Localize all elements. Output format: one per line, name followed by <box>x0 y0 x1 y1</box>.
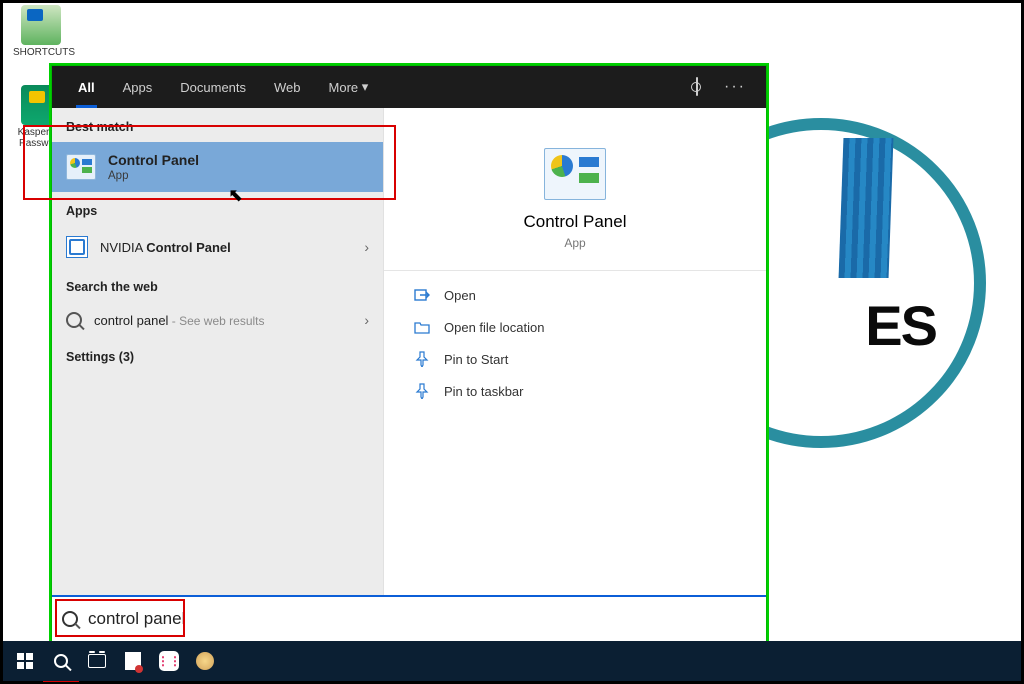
feedback-icon <box>696 77 698 96</box>
action-label: Pin to taskbar <box>444 384 524 399</box>
action-open[interactable]: Open <box>412 279 738 311</box>
tab-web[interactable]: Web <box>262 66 313 108</box>
search-preview-pane: Control Panel App Open Open file locatio… <box>384 108 766 595</box>
action-open-file-location[interactable]: Open file location <box>412 311 738 343</box>
taskbar-app-todo[interactable]: ⋮⋮ <box>151 645 187 677</box>
start-search-flyout: All Apps Documents Web More ▾ ··· Best m… <box>52 66 766 641</box>
pin-icon <box>414 351 430 367</box>
result-app-nvidia[interactable]: NVIDIA Control Panel › <box>52 226 383 268</box>
windows-logo-icon <box>17 653 33 669</box>
search-icon <box>54 654 68 668</box>
search-results-list: Best match Control Panel App Apps NVIDIA… <box>52 108 384 595</box>
task-view-icon <box>88 654 106 668</box>
folder-shortcut-icon <box>21 5 61 45</box>
result-title-prefix: NVIDIA <box>100 240 146 255</box>
preview-title: Control Panel <box>412 212 738 232</box>
tab-apps[interactable]: Apps <box>111 66 165 108</box>
section-web: Search the web <box>52 268 383 302</box>
taskbar-app-notes[interactable] <box>115 645 151 677</box>
divider <box>384 270 766 271</box>
control-panel-icon <box>66 154 96 180</box>
search-icon <box>62 611 78 627</box>
start-button[interactable] <box>7 645 43 677</box>
nvidia-control-panel-icon <box>66 236 88 258</box>
preview-subtitle: App <box>412 236 738 250</box>
action-label: Open <box>444 288 476 303</box>
chevron-right-icon[interactable]: › <box>364 312 369 328</box>
section-apps: Apps <box>52 192 383 226</box>
result-subtitle: App <box>108 170 199 182</box>
chevron-down-icon: ▾ <box>362 79 369 95</box>
result-title: control panel - See web results <box>94 313 265 328</box>
pin-icon <box>414 383 430 399</box>
task-view-button[interactable] <box>79 645 115 677</box>
search-tabs: All Apps Documents Web More ▾ ··· <box>52 66 766 108</box>
section-settings[interactable]: Settings (3) <box>52 338 383 372</box>
action-label: Open file location <box>444 320 544 335</box>
result-web[interactable]: control panel - See web results › <box>52 302 383 338</box>
taskbar: ⋮⋮ <box>3 641 1021 681</box>
tab-more-label: More <box>329 80 359 95</box>
search-input[interactable] <box>88 609 756 629</box>
control-panel-icon <box>544 148 606 200</box>
tab-more[interactable]: More ▾ <box>317 66 381 108</box>
taskbar-search-button[interactable] <box>43 645 79 677</box>
action-pin-to-start[interactable]: Pin to Start <box>412 343 738 375</box>
open-icon <box>414 287 430 303</box>
web-hint-text: - See web results <box>168 314 264 328</box>
desktop-icon-shortcuts[interactable]: SHORTCUTS <box>13 5 69 58</box>
ellipsis-icon: ··· <box>724 78 746 95</box>
search-options-button[interactable]: ··· <box>718 78 752 96</box>
result-title: NVIDIA Control Panel <box>100 240 231 255</box>
wallpaper-logo-brush <box>839 138 894 278</box>
action-pin-to-taskbar[interactable]: Pin to taskbar <box>412 375 738 407</box>
desktop-icon-label: SHORTCUTS <box>13 47 69 58</box>
result-best-match[interactable]: Control Panel App <box>52 142 383 192</box>
folder-icon <box>414 319 430 335</box>
search-icon <box>66 312 82 328</box>
result-title: Control Panel <box>108 152 199 168</box>
todo-app-icon: ⋮⋮ <box>159 651 179 671</box>
section-best-match: Best match <box>52 108 383 142</box>
tab-documents[interactable]: Documents <box>168 66 258 108</box>
tab-all[interactable]: All <box>66 66 107 108</box>
action-label: Pin to Start <box>444 352 508 367</box>
wallpaper-logo-text: ES <box>865 298 936 354</box>
result-title-bold: Control Panel <box>146 240 231 255</box>
web-query-text: control panel <box>94 313 168 328</box>
paint-app-icon <box>196 652 214 670</box>
feedback-button[interactable] <box>680 78 714 96</box>
screenshot-frame: ES SHORTCUTS Kaspersky Password All Apps… <box>0 0 1024 684</box>
taskbar-app-paint[interactable] <box>187 645 223 677</box>
search-input-bar[interactable] <box>52 595 766 641</box>
chevron-right-icon[interactable]: › <box>364 239 369 255</box>
note-app-icon <box>125 652 141 670</box>
